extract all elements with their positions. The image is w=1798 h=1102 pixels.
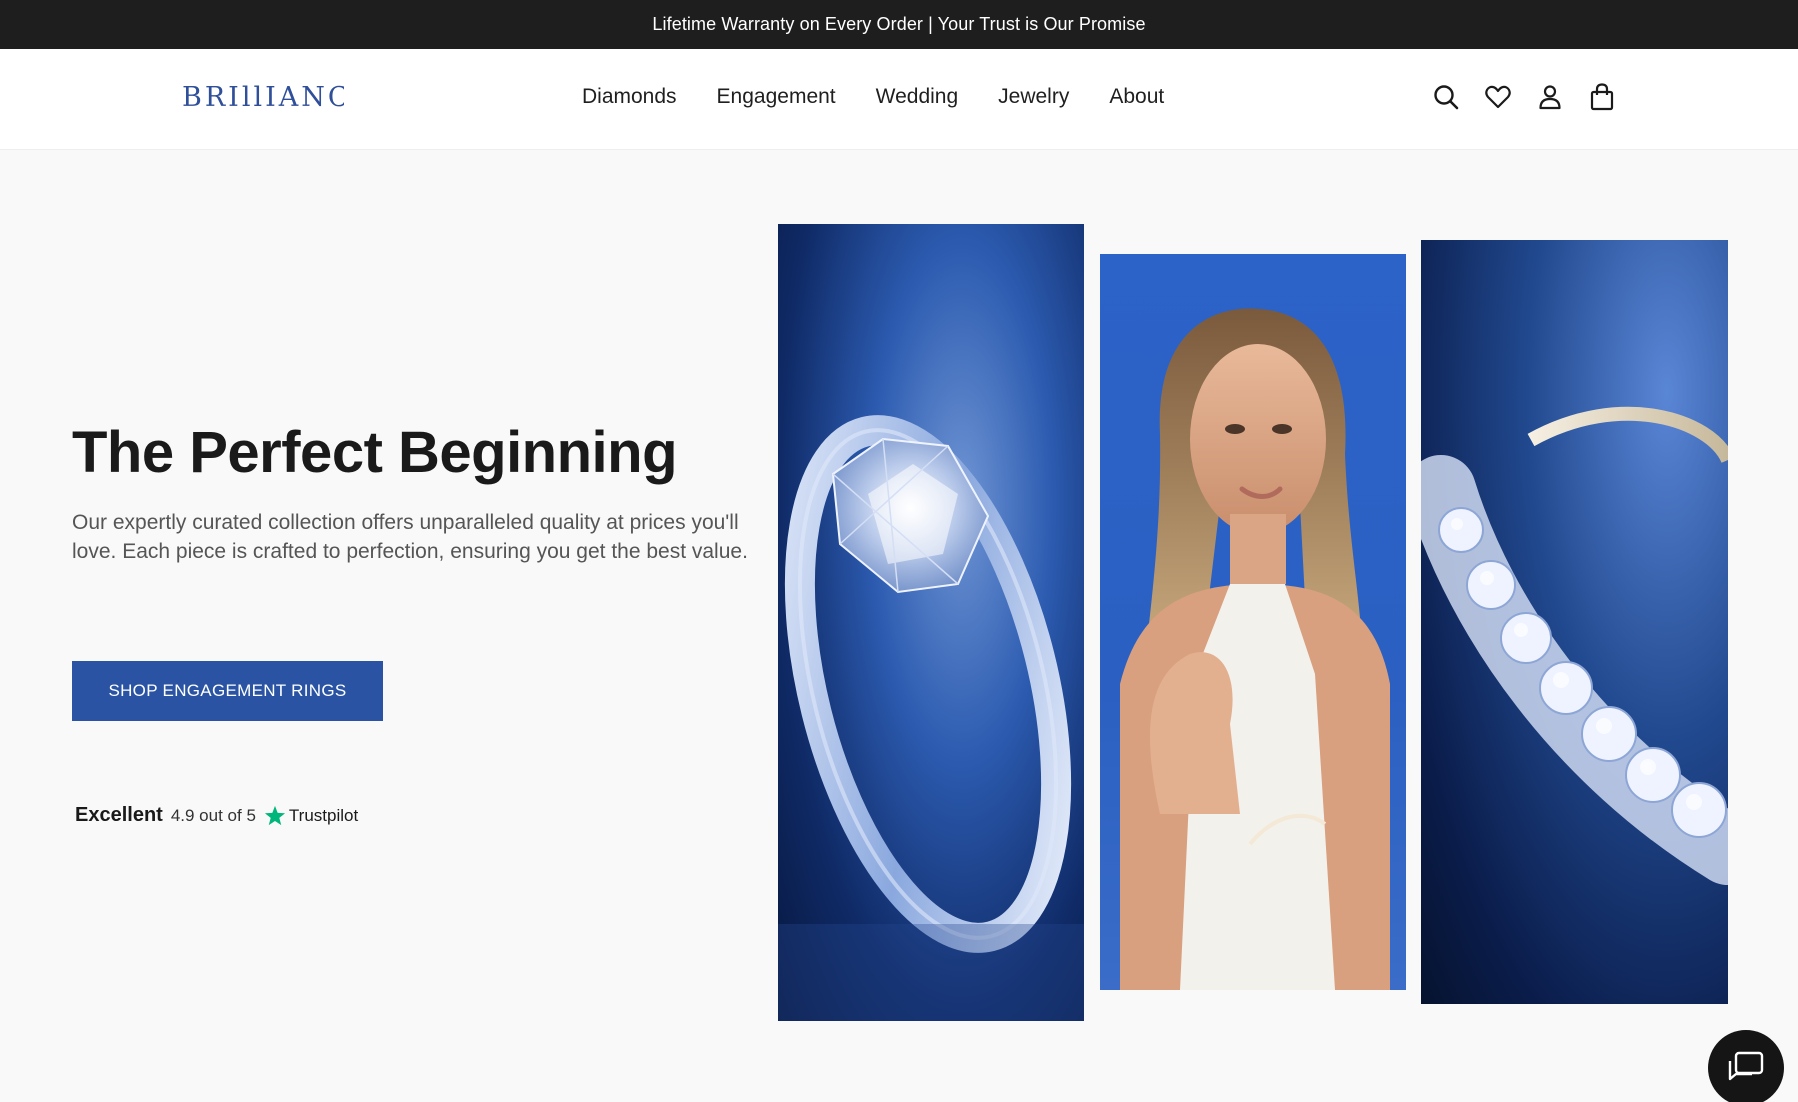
ring-illustration — [778, 415, 1084, 1021]
eternity-band-illustration — [1421, 406, 1728, 885]
header-icons — [1430, 81, 1618, 113]
nav-jewelry[interactable]: Jewelry — [998, 85, 1069, 109]
model-illustration — [1120, 308, 1390, 990]
heart-icon[interactable] — [1482, 81, 1514, 113]
trustpilot-rating[interactable]: Excellent 4.9 out of 5 Trustpilot — [75, 804, 358, 827]
bag-icon[interactable] — [1586, 81, 1618, 113]
trustpilot-brand: Trustpilot — [264, 805, 358, 827]
nav-wedding[interactable]: Wedding — [876, 85, 959, 109]
site-header: BRIllIANCE Diamonds Engagement Wedding J… — [0, 49, 1798, 150]
logo-wordmark: BRIllIANCE — [182, 82, 371, 113]
model-portrait-image[interactable] — [1100, 254, 1406, 990]
rating-score: 4.9 out of 5 — [170, 805, 256, 825]
announcement-bar: Lifetime Warranty on Every Order | Your … — [0, 0, 1798, 49]
chat-button[interactable] — [1708, 1030, 1784, 1102]
hero-description: Our expertly curated collection offers u… — [72, 511, 748, 563]
trustpilot-star-icon — [264, 805, 285, 825]
brand-logo[interactable]: BRIllIANCE — [182, 79, 371, 122]
rating-label: Excellent — [75, 804, 163, 826]
shop-engagement-rings-button[interactable]: SHOP ENGAGEMENT RINGS — [72, 661, 383, 721]
nav-about[interactable]: About — [1109, 85, 1164, 109]
hero-title: The Perfect Beginning — [72, 420, 678, 485]
search-icon[interactable] — [1430, 81, 1462, 113]
nav-engagement[interactable]: Engagement — [717, 85, 836, 109]
announcement-text: Lifetime Warranty on Every Order | Your … — [652, 14, 1146, 34]
chat-icon — [1728, 1051, 1764, 1081]
eternity-band-image[interactable] — [1421, 240, 1728, 1004]
svg-text:BRIllIANCE: BRIllIANCE — [182, 82, 344, 113]
trustpilot-label: Trustpilot — [288, 805, 359, 825]
diamond-ring-image[interactable] — [778, 224, 1084, 1021]
main-nav: Diamonds Engagement Wedding Jewelry Abou… — [582, 85, 1164, 109]
nav-diamonds[interactable]: Diamonds — [582, 85, 677, 109]
user-icon[interactable] — [1534, 81, 1566, 113]
